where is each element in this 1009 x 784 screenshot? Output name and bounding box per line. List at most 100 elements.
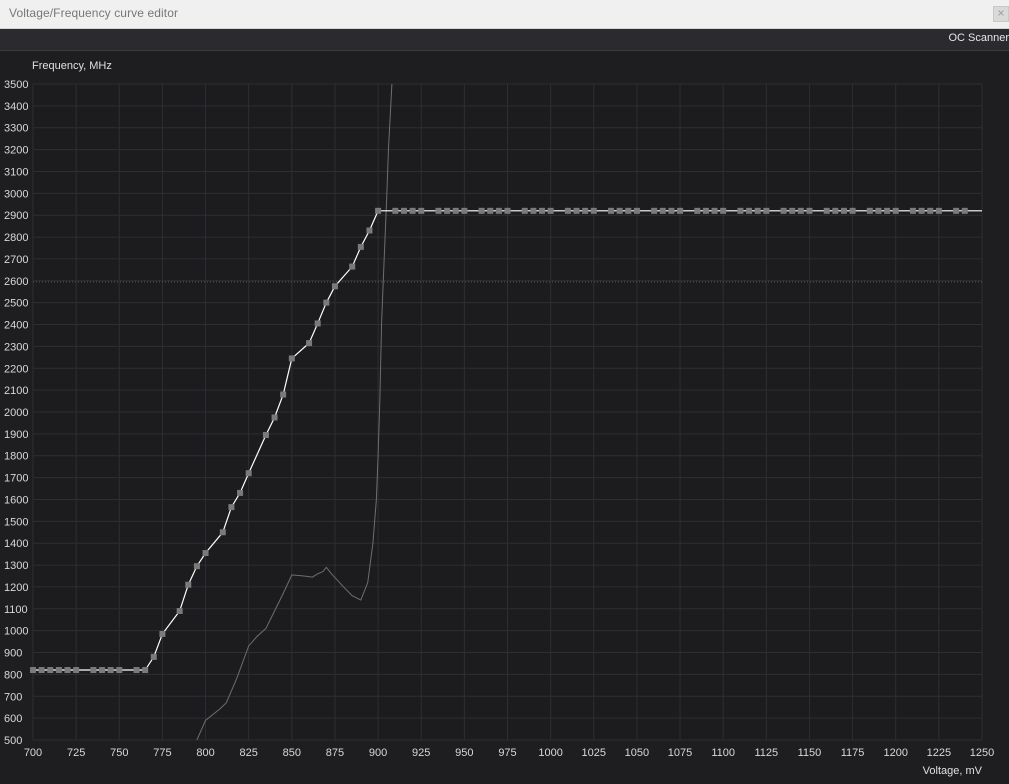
- vf-curve-point[interactable]: [47, 667, 54, 674]
- x-tick-label: 725: [67, 747, 85, 759]
- vf-curve-point[interactable]: [754, 207, 761, 214]
- vf-curve-point[interactable]: [694, 207, 701, 214]
- vf-curve-point[interactable]: [237, 489, 244, 496]
- vf-curve-point[interactable]: [849, 207, 856, 214]
- vf-curve-point[interactable]: [331, 283, 338, 290]
- vf-curve-point[interactable]: [547, 207, 554, 214]
- vf-curve-point[interactable]: [884, 207, 891, 214]
- vf-curve-point[interactable]: [435, 207, 442, 214]
- vf-curve-point[interactable]: [668, 207, 675, 214]
- vf-curve-point[interactable]: [133, 667, 140, 674]
- vf-curve-point[interactable]: [73, 667, 80, 674]
- vf-curve-point[interactable]: [935, 207, 942, 214]
- vf-curve-point[interactable]: [789, 207, 796, 214]
- vf-curve-point[interactable]: [375, 207, 382, 214]
- x-tick-label: 1225: [927, 747, 951, 759]
- vf-curve-point[interactable]: [539, 207, 546, 214]
- vf-curve-point[interactable]: [711, 207, 718, 214]
- vf-curve-point[interactable]: [202, 550, 209, 557]
- vf-curve-point[interactable]: [142, 667, 149, 674]
- vf-curve-point[interactable]: [918, 207, 925, 214]
- vf-curve-point[interactable]: [797, 207, 804, 214]
- close-icon[interactable]: ×: [993, 6, 1009, 22]
- vf-curve-point[interactable]: [616, 207, 623, 214]
- vf-curve-point[interactable]: [651, 207, 658, 214]
- vf-curve-point[interactable]: [892, 207, 899, 214]
- vf-curve-point[interactable]: [582, 207, 589, 214]
- vf-curve-point[interactable]: [677, 207, 684, 214]
- vf-curve-point[interactable]: [504, 207, 511, 214]
- vf-curve-point[interactable]: [875, 207, 882, 214]
- vf-curve-point[interactable]: [349, 263, 356, 270]
- vf-curve-point[interactable]: [323, 299, 330, 306]
- vf-curve-point[interactable]: [608, 207, 615, 214]
- vf-curve-point[interactable]: [99, 667, 106, 674]
- vf-curve-point[interactable]: [806, 207, 813, 214]
- y-axis-ticks: 500 600 700 800 900 1000 1100 1200 1300 1400 1500 1…: [4, 79, 28, 747]
- chart-area[interactable]: 500 600 700 800 900 1000 1100 1200 1300 1400 1500 1…: [0, 51, 1009, 780]
- vf-curve-point[interactable]: [288, 355, 295, 362]
- vf-curve-point[interactable]: [150, 653, 157, 660]
- vf-curve-point[interactable]: [461, 207, 468, 214]
- vf-curve-point[interactable]: [452, 207, 459, 214]
- vf-curve-point[interactable]: [573, 207, 580, 214]
- vf-curve-point[interactable]: [823, 207, 830, 214]
- x-tick-label: 1100: [711, 747, 735, 759]
- vf-curve-point[interactable]: [409, 207, 416, 214]
- vf-curve-point[interactable]: [746, 207, 753, 214]
- vf-curve-point[interactable]: [116, 667, 123, 674]
- vf-curve-point[interactable]: [219, 529, 226, 536]
- vf-curve-point[interactable]: [961, 207, 968, 214]
- vf-curve-point[interactable]: [228, 504, 235, 511]
- vf-curve-point[interactable]: [90, 667, 97, 674]
- vf-curve-point[interactable]: [314, 320, 321, 327]
- vf-curve-point[interactable]: [866, 207, 873, 214]
- vf-curve-point[interactable]: [176, 607, 183, 614]
- vf-curve-point[interactable]: [55, 667, 62, 674]
- vf-curve-point[interactable]: [271, 414, 278, 421]
- vf-curve-point[interactable]: [909, 207, 916, 214]
- vf-curve-point[interactable]: [927, 207, 934, 214]
- vf-curve-point[interactable]: [487, 207, 494, 214]
- vf-curve-point[interactable]: [193, 563, 200, 570]
- vf-curve-point[interactable]: [159, 630, 166, 637]
- vf-curve-point[interactable]: [659, 207, 666, 214]
- vf-curve-point[interactable]: [564, 207, 571, 214]
- vf-curve-point[interactable]: [763, 207, 770, 214]
- vf-curve-point[interactable]: [737, 207, 744, 214]
- vf-curve-point[interactable]: [590, 207, 597, 214]
- vf-curve-point[interactable]: [495, 207, 502, 214]
- vf-curve-point[interactable]: [357, 243, 364, 250]
- vf-curve-point[interactable]: [366, 227, 373, 234]
- vf-curve-point[interactable]: [840, 207, 847, 214]
- vf-curve-point[interactable]: [30, 667, 36, 674]
- vf-curve-point[interactable]: [262, 431, 269, 438]
- vf-curve-point[interactable]: [633, 207, 640, 214]
- vf-curve-point[interactable]: [780, 207, 787, 214]
- y-tick-label: 3100: [4, 166, 28, 178]
- vf-curve-point[interactable]: [702, 207, 709, 214]
- vf-curve-point[interactable]: [245, 470, 252, 477]
- vf-curve-point[interactable]: [280, 391, 287, 398]
- y-tick-label: 3300: [4, 123, 28, 135]
- y-tick-label: 3500: [4, 79, 28, 91]
- vf-curve-point[interactable]: [185, 581, 192, 588]
- vf-curve-point[interactable]: [720, 207, 727, 214]
- vf-curve-chart[interactable]: 500 600 700 800 900 1000 1100 1200 1300 1400 1500 1…: [0, 51, 1009, 780]
- vf-curve-point[interactable]: [832, 207, 839, 214]
- vf-curve-point[interactable]: [953, 207, 960, 214]
- vf-curve-point[interactable]: [530, 207, 537, 214]
- vf-curve-point[interactable]: [478, 207, 485, 214]
- x-tick-label: 1150: [798, 747, 822, 759]
- vf-curve-point[interactable]: [625, 207, 632, 214]
- oc-scanner-button[interactable]: OC Scanner: [948, 32, 1009, 44]
- vf-curve-point[interactable]: [400, 207, 407, 214]
- vf-curve-point[interactable]: [38, 667, 45, 674]
- vf-curve-point[interactable]: [418, 207, 425, 214]
- vf-curve-point[interactable]: [392, 207, 399, 214]
- vf-curve-point[interactable]: [444, 207, 451, 214]
- vf-curve-point[interactable]: [107, 667, 114, 674]
- vf-curve-point[interactable]: [521, 207, 528, 214]
- vf-curve-point[interactable]: [306, 340, 313, 347]
- vf-curve-point[interactable]: [64, 667, 71, 674]
